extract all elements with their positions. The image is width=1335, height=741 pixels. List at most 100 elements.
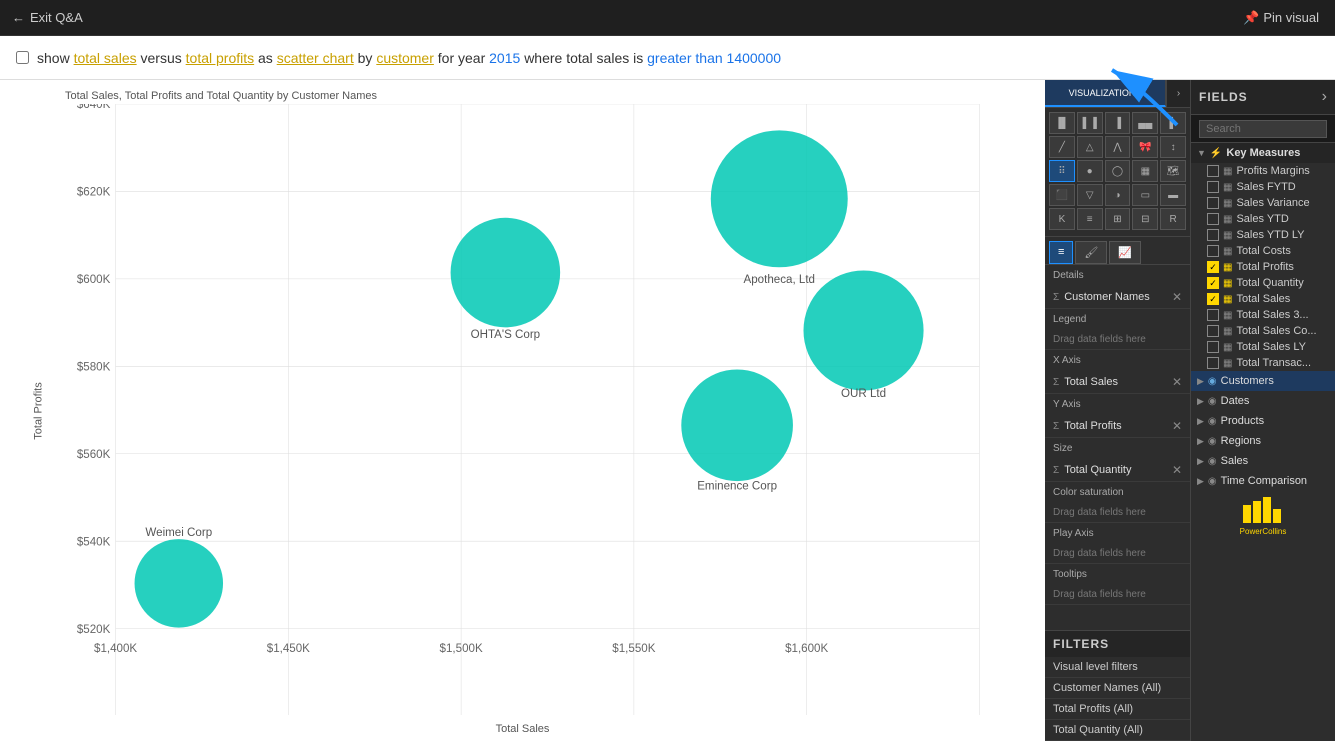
field-total-sales-co-check <box>1207 325 1219 337</box>
viz-icon-clustered-bar[interactable]: ▌▐ <box>1077 112 1103 134</box>
field-sales-variance[interactable]: ▦ Sales Variance <box>1191 195 1335 211</box>
bubble-eminence[interactable] <box>681 369 793 481</box>
field-total-sales-3-icon: ▦ <box>1223 310 1232 321</box>
viz-icon-table[interactable]: ⊞ <box>1105 208 1131 230</box>
viz-icon-funnel[interactable]: ▽ <box>1077 184 1103 206</box>
viz-icon-donut[interactable]: ◯ <box>1105 160 1131 182</box>
viz-expand-button[interactable]: › <box>1166 80 1190 107</box>
viz-icon-r-visual[interactable]: R <box>1160 208 1186 230</box>
filter-total-profits[interactable]: Total Profits (All) <box>1045 699 1190 720</box>
svg-text:OHTA'S Corp: OHTA'S Corp <box>471 329 541 341</box>
fields-expand-button[interactable]: › <box>1322 88 1327 106</box>
analytics-tab[interactable]: 📈 <box>1109 241 1141 264</box>
total-quantity-field[interactable]: Σ Total Quantity ✕ <box>1045 459 1190 481</box>
field-total-sales[interactable]: ✓ ▦ Total Sales <box>1191 291 1335 307</box>
viz-icon-treemap[interactable]: ▦ <box>1132 160 1158 182</box>
viz-icon-stacked-bar-100[interactable]: ▐ <box>1105 112 1131 134</box>
viz-icon-row-3: ⠿ ● ◯ ▦ 🗺 <box>1049 160 1186 182</box>
viz-icon-ribbon[interactable]: 🎀 <box>1132 136 1158 158</box>
legend-placeholder: Drag data fields here <box>1053 334 1146 345</box>
filter-customer-names[interactable]: Customer Names (All) <box>1045 678 1190 699</box>
fields-search-input[interactable] <box>1199 120 1327 138</box>
field-total-sales-3-check <box>1207 309 1219 321</box>
viz-icon-scatter[interactable]: ⠿ <box>1049 160 1075 182</box>
pin-icon: 📌 <box>1243 10 1259 26</box>
field-sales-ytd-ly-icon: ▦ <box>1223 230 1232 241</box>
field-total-quantity-label: Total Quantity <box>1236 277 1303 289</box>
total-sales-field[interactable]: Σ Total Sales ✕ <box>1045 371 1190 393</box>
exit-button[interactable]: ← Exit Q&A <box>12 10 83 25</box>
customers-label: Customers <box>1221 375 1274 387</box>
customers-expand-icon: ▶ <box>1197 376 1204 387</box>
viz-icon-slicer[interactable]: ≡ <box>1077 208 1103 230</box>
x-axis-label-field: X Axis <box>1045 350 1190 371</box>
viz-icon-clustered-column[interactable]: ▄▄ <box>1132 112 1158 134</box>
bubble-weimei[interactable] <box>135 539 223 627</box>
query-checkbox[interactable] <box>16 51 29 64</box>
field-sales-ytd[interactable]: ▦ Sales YTD <box>1191 211 1335 227</box>
details-tab[interactable]: ≡ <box>1049 241 1073 264</box>
tooltips-label: Tooltips <box>1045 564 1190 585</box>
viz-icon-kpi[interactable]: K <box>1049 208 1075 230</box>
total-sales-remove[interactable]: ✕ <box>1172 375 1182 389</box>
viz-icon-stacked-column[interactable]: ▌ <box>1160 112 1186 134</box>
details-section: Details Σ Customer Names ✕ <box>1045 265 1190 309</box>
customer-names-remove[interactable]: ✕ <box>1172 290 1182 304</box>
svg-text:$1,550K: $1,550K <box>612 643 655 655</box>
field-sales-ytd-ly[interactable]: ▦ Sales YTD LY <box>1191 227 1335 243</box>
field-total-costs-check <box>1207 245 1219 257</box>
viz-icon-matrix[interactable]: ⊟ <box>1132 208 1158 230</box>
time-comparison-label: Time Comparison <box>1221 475 1307 487</box>
size-section: Size Σ Total Quantity ✕ <box>1045 438 1190 482</box>
field-total-quantity[interactable]: ✓ ▦ Total Quantity <box>1191 275 1335 291</box>
viz-icon-map[interactable]: 🗺 <box>1160 160 1186 182</box>
field-total-costs[interactable]: ▦ Total Costs <box>1191 243 1335 259</box>
viz-icon-card[interactable]: ▭ <box>1132 184 1158 206</box>
query-customer: customer <box>376 50 434 66</box>
viz-icon-line[interactable]: ╱ <box>1049 136 1075 158</box>
viz-icon-filled-map[interactable]: ⬛ <box>1049 184 1075 206</box>
field-total-transac-check <box>1207 357 1219 369</box>
viz-icon-multirow-card[interactable]: ▬ <box>1160 184 1186 206</box>
viz-icon-line-clustered[interactable]: ⋀ <box>1105 136 1131 158</box>
category-dates[interactable]: ▶ ◉ Dates <box>1191 391 1335 411</box>
total-quantity-remove[interactable]: ✕ <box>1172 463 1182 477</box>
field-total-sales-ly[interactable]: ▦ Total Sales LY <box>1191 339 1335 355</box>
query-where: where total sales is <box>524 50 647 66</box>
customer-names-field[interactable]: Σ Customer Names ✕ <box>1045 286 1190 308</box>
field-total-sales-3[interactable]: ▦ Total Sales 3... <box>1191 307 1335 323</box>
category-sales[interactable]: ▶ ◉ Sales <box>1191 451 1335 471</box>
bubble-our-ltd[interactable] <box>803 270 923 390</box>
field-total-profits[interactable]: ✓ ▦ Total Profits <box>1191 259 1335 275</box>
category-time-comparison[interactable]: ▶ ◉ Time Comparison <box>1191 471 1335 491</box>
filter-total-quantity[interactable]: Total Quantity (All) <box>1045 720 1190 741</box>
total-quantity-label: Total Quantity <box>1064 464 1131 476</box>
pin-visual-button[interactable]: 📌 Pin visual <box>1243 10 1319 26</box>
category-regions[interactable]: ▶ ◉ Regions <box>1191 431 1335 451</box>
bubble-apotheca[interactable] <box>711 130 848 267</box>
dates-label: Dates <box>1221 395 1250 407</box>
visualizations-tab[interactable]: VISUALIZATIONS <box>1045 80 1166 107</box>
field-profits-margins[interactable]: ▦ Profits Margins <box>1191 163 1335 179</box>
svg-text:$520K: $520K <box>77 624 111 636</box>
format-tab[interactable]: 🖌 <box>1075 241 1107 264</box>
svg-text:$1,600K: $1,600K <box>785 643 828 655</box>
viz-icon-gauge[interactable]: ◑ <box>1105 184 1131 206</box>
filter-visual-level[interactable]: Visual level filters <box>1045 657 1190 678</box>
field-sales-fytd[interactable]: ▦ Sales FYTD <box>1191 179 1335 195</box>
category-customers[interactable]: ▶ ◉ Customers <box>1191 371 1335 391</box>
viz-icon-pie[interactable]: ● <box>1077 160 1103 182</box>
viz-icon-area[interactable]: △ <box>1077 136 1103 158</box>
field-total-sales-co[interactable]: ▦ Total Sales Co... <box>1191 323 1335 339</box>
total-profits-field[interactable]: Σ Total Profits ✕ <box>1045 415 1190 437</box>
top-bar: ← Exit Q&A 📌 Pin visual <box>0 0 1335 36</box>
total-profits-remove[interactable]: ✕ <box>1172 419 1182 433</box>
time-comparison-icon: ◉ <box>1208 476 1217 487</box>
filters-section: FILTERS Visual level filters Customer Na… <box>1045 630 1190 741</box>
viz-icon-stacked-bar[interactable]: ▐▌ <box>1049 112 1075 134</box>
field-sales-ytd-ly-check <box>1207 229 1219 241</box>
viz-icon-waterfall[interactable]: ↕ <box>1160 136 1186 158</box>
field-total-transac[interactable]: ▦ Total Transac... <box>1191 355 1335 371</box>
category-products[interactable]: ▶ ◉ Products <box>1191 411 1335 431</box>
bubble-ohtas[interactable] <box>451 218 561 328</box>
